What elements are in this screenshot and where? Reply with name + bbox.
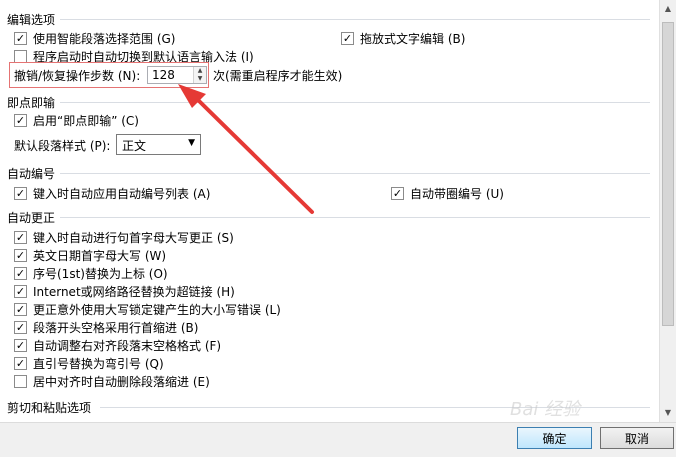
vertical-scrollbar[interactable]: ▲ ▼: [659, 0, 676, 422]
options-pane: 编辑选项 使用智能段落选择范围 (G) 拖放式文字编辑 (B) 程序启动时自动切…: [0, 0, 659, 422]
section-divider: [60, 102, 650, 103]
section-title-autocorrect: 自动更正: [7, 209, 60, 226]
autocorrect-item[interactable]: 键入时自动进行句首字母大写更正 (S): [14, 229, 234, 245]
spinner-down-icon[interactable]: ▼: [194, 75, 206, 83]
section-title-ime: 即点即输: [7, 94, 60, 111]
autocorrect-checkbox[interactable]: [14, 338, 27, 352]
default-style-value: 正文: [122, 139, 147, 153]
spinner-up-icon[interactable]: ▲: [194, 67, 206, 75]
autocorrect-label: 居中对齐时自动删除段落缩进 (E): [33, 374, 210, 389]
section-divider: [60, 19, 650, 20]
ok-button[interactable]: 确定: [517, 427, 592, 449]
drag-drop-label: 拖放式文字编辑 (B): [360, 31, 466, 46]
scroll-up-icon[interactable]: ▲: [660, 0, 676, 17]
autocorrect-checkbox[interactable]: [14, 302, 27, 316]
autocorrect-checkbox[interactable]: [14, 356, 27, 370]
undo-note: 次(需重启程序才能生效): [213, 68, 343, 83]
auto-list-label: 键入时自动应用自动编号列表 (A): [33, 186, 211, 201]
section-title-autonumber: 自动编号: [7, 165, 60, 182]
drag-drop-checkbox-row[interactable]: 拖放式文字编辑 (B): [341, 30, 465, 46]
autocorrect-label: 更正意外使用大写锁定键产生的大小写错误 (L): [33, 302, 281, 317]
default-style-select[interactable]: 正文 ▼: [116, 134, 201, 155]
autocorrect-label: 自动调整右对齐段落末空格格式 (F): [33, 338, 222, 353]
undo-steps-label-row: 撤销/恢复操作步数 (N):: [14, 67, 140, 83]
smart-select-checkbox[interactable]: [14, 31, 27, 45]
smart-select-checkbox-row[interactable]: 使用智能段落选择范围 (G): [14, 30, 175, 46]
autocorrect-checkbox[interactable]: [14, 374, 27, 388]
circle-number-label: 自动带圈编号 (U): [410, 186, 504, 201]
undo-steps-label: 撤销/恢复操作步数 (N):: [14, 68, 141, 83]
autocorrect-checkbox[interactable]: [14, 230, 27, 244]
click-type-checkbox-row[interactable]: 启用“即点即输” (C): [14, 112, 139, 128]
autocorrect-item[interactable]: 居中对齐时自动删除段落缩进 (E): [14, 373, 210, 389]
circle-number-checkbox[interactable]: [391, 186, 404, 200]
autocorrect-item[interactable]: 更正意外使用大写锁定键产生的大小写错误 (L): [14, 301, 281, 317]
section-divider: [60, 217, 650, 218]
watermark-logo: Bai 经验: [510, 399, 581, 420]
scroll-thumb[interactable]: [662, 22, 674, 326]
drag-drop-checkbox[interactable]: [341, 31, 354, 45]
auto-list-checkbox-row[interactable]: 键入时自动应用自动编号列表 (A): [14, 185, 210, 201]
autocorrect-checkbox[interactable]: [14, 320, 27, 334]
auto-list-checkbox[interactable]: [14, 186, 27, 200]
default-style-label: 默认段落样式 (P):: [14, 138, 111, 153]
autocorrect-item[interactable]: 段落开头空格采用行首缩进 (B): [14, 319, 198, 335]
auto-ime-checkbox[interactable]: [14, 49, 27, 63]
cancel-button[interactable]: 取消: [600, 427, 674, 449]
autocorrect-label: 直引号替换为弯引号 (Q): [33, 356, 164, 371]
autocorrect-label: 英文日期首字母大写 (W): [33, 248, 167, 263]
autocorrect-checkbox[interactable]: [14, 266, 27, 280]
autocorrect-item[interactable]: 序号(1st)替换为上标 (O): [14, 265, 168, 281]
chevron-down-icon: ▼: [188, 138, 195, 148]
autocorrect-label: Internet或网络路径替换为超链接 (H): [33, 284, 235, 299]
section-title-editing: 编辑选项: [7, 11, 60, 28]
default-style-label-row: 默认段落样式 (P):: [14, 137, 110, 153]
undo-steps-spinner[interactable]: 128 ▲ ▼: [147, 66, 207, 84]
undo-steps-value[interactable]: 128: [152, 68, 175, 82]
undo-note-row: 次(需重启程序才能生效): [213, 67, 342, 83]
autocorrect-item[interactable]: Internet或网络路径替换为超链接 (H): [14, 283, 235, 299]
section-title-clipboard: 剪切和粘贴选项: [7, 399, 96, 416]
autocorrect-label: 键入时自动进行句首字母大写更正 (S): [33, 230, 234, 245]
spinner-buttons: ▲ ▼: [193, 67, 206, 83]
autocorrect-item[interactable]: 直引号替换为弯引号 (Q): [14, 355, 164, 371]
section-divider: [60, 173, 650, 174]
autocorrect-checkbox[interactable]: [14, 284, 27, 298]
click-type-checkbox[interactable]: [14, 113, 27, 127]
autocorrect-label: 序号(1st)替换为上标 (O): [33, 266, 168, 281]
autocorrect-label: 段落开头空格采用行首缩进 (B): [33, 320, 199, 335]
scroll-down-icon[interactable]: ▼: [660, 404, 676, 421]
smart-select-label: 使用智能段落选择范围 (G): [33, 31, 176, 46]
circle-number-checkbox-row[interactable]: 自动带圈编号 (U): [391, 185, 504, 201]
click-type-label: 启用“即点即输” (C): [33, 113, 139, 128]
autocorrect-checkbox[interactable]: [14, 248, 27, 262]
autocorrect-item[interactable]: 自动调整右对齐段落末空格格式 (F): [14, 337, 221, 353]
autocorrect-item[interactable]: 英文日期首字母大写 (W): [14, 247, 166, 263]
